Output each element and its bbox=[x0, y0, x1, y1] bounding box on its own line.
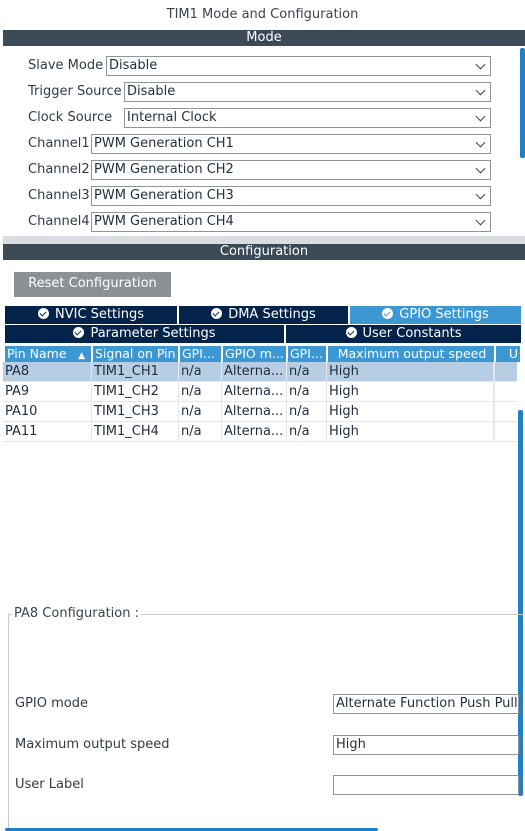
trigger-source-select[interactable]: Disable bbox=[124, 82, 491, 102]
table-cell[interactable]: TIM1_CH2 bbox=[92, 382, 179, 402]
check-circle-icon bbox=[382, 308, 394, 319]
channel3-select[interactable]: PWM Generation CH3 bbox=[91, 186, 491, 206]
row-divider bbox=[3, 381, 517, 382]
trigger-source-label: Trigger Source bbox=[28, 84, 122, 99]
table-cell[interactable]: n/a bbox=[287, 402, 327, 422]
table-cell[interactable]: TIM1_CH4 bbox=[92, 422, 179, 442]
channel3-value: PWM Generation CH3 bbox=[94, 188, 234, 203]
chevron-down-icon bbox=[475, 59, 486, 70]
table-cell[interactable]: PA8 bbox=[3, 362, 92, 382]
slave-mode-label: Slave Mode bbox=[28, 58, 104, 73]
row-divider bbox=[3, 441, 517, 442]
table-cell[interactable]: n/a bbox=[179, 422, 222, 442]
table-cell[interactable]: High bbox=[327, 362, 494, 382]
tab-dma-settings[interactable]: DMA Settings bbox=[179, 306, 348, 324]
chevron-down-icon bbox=[475, 111, 486, 122]
table-cell[interactable]: n/a bbox=[287, 362, 327, 382]
tab-gpio-settings[interactable]: GPIO Settings bbox=[350, 306, 521, 324]
table-cell[interactable]: n/a bbox=[179, 402, 222, 422]
sort-indicator-icon: ▲ bbox=[78, 351, 85, 361]
column-header-signal[interactable]: Signal on Pin bbox=[93, 346, 178, 362]
slave-mode-select[interactable]: Disable bbox=[106, 56, 491, 76]
tab-parameter-settings[interactable]: Parameter Settings bbox=[5, 325, 284, 343]
table-cell[interactable]: Alterna... bbox=[222, 402, 287, 422]
trigger-source-value: Disable bbox=[127, 84, 176, 99]
channel2-value: PWM Generation CH2 bbox=[94, 162, 234, 177]
table-cell[interactable]: High bbox=[327, 402, 494, 422]
chevron-down-icon bbox=[475, 189, 486, 200]
table-cell[interactable]: PA11 bbox=[3, 422, 92, 442]
mode-section-header: Mode bbox=[3, 30, 525, 46]
column-header-gpio-mode[interactable]: GPIO m... bbox=[223, 346, 286, 362]
user-label-input[interactable] bbox=[333, 775, 519, 795]
gpio-mode-select[interactable]: Alternate Function Push Pull bbox=[333, 694, 519, 714]
clock-source-select[interactable]: Internal Clock bbox=[124, 108, 491, 128]
tab-nvic-settings[interactable]: NVIC Settings bbox=[5, 306, 177, 324]
chevron-down-icon bbox=[475, 163, 486, 174]
configuration-section-header: Configuration bbox=[3, 244, 525, 260]
splitter[interactable] bbox=[3, 236, 525, 244]
row-divider bbox=[3, 401, 517, 402]
slave-mode-value: Disable bbox=[109, 58, 158, 73]
column-header-gpio-output[interactable]: GPI... bbox=[180, 346, 221, 362]
table-cell[interactable]: n/a bbox=[179, 382, 222, 402]
row-divider bbox=[3, 421, 517, 422]
check-circle-icon bbox=[73, 327, 85, 338]
tab-user-constants[interactable]: User Constants bbox=[286, 325, 521, 343]
check-circle-icon bbox=[211, 308, 223, 319]
reset-configuration-button[interactable]: Reset Configuration bbox=[14, 272, 171, 297]
table-cell[interactable]: Alterna... bbox=[222, 382, 287, 402]
channel1-value: PWM Generation CH1 bbox=[94, 136, 234, 151]
mode-scrollbar[interactable] bbox=[520, 48, 525, 158]
channel4-label: Channel4 bbox=[28, 214, 90, 229]
check-circle-icon bbox=[345, 327, 357, 338]
table-cell[interactable]: n/a bbox=[287, 382, 327, 402]
table-cell[interactable]: n/a bbox=[179, 362, 222, 382]
channel1-label: Channel1 bbox=[28, 136, 90, 151]
channel2-label: Channel2 bbox=[28, 162, 90, 177]
channel2-select[interactable]: PWM Generation CH2 bbox=[91, 160, 491, 180]
gpio-mode-label: GPIO mode bbox=[15, 696, 88, 711]
table-cell[interactable]: High bbox=[327, 382, 494, 402]
column-header-user-label[interactable]: U bbox=[496, 346, 520, 362]
channel4-select[interactable]: PWM Generation CH4 bbox=[91, 212, 491, 232]
column-header-gpio-pull[interactable]: GPI... bbox=[288, 346, 326, 362]
user-label-label: User Label bbox=[15, 777, 84, 792]
table-cell[interactable]: Alterna... bbox=[222, 422, 287, 442]
channel1-select[interactable]: PWM Generation CH1 bbox=[91, 134, 491, 154]
chevron-down-icon bbox=[475, 85, 486, 96]
table-cell[interactable]: TIM1_CH3 bbox=[92, 402, 179, 422]
table-cell[interactable]: Alterna... bbox=[222, 362, 287, 382]
chevron-down-icon bbox=[475, 137, 486, 148]
table-cell[interactable]: n/a bbox=[287, 422, 327, 442]
window-title: TIM1 Mode and Configuration bbox=[166, 7, 359, 22]
table-cell[interactable]: PA10 bbox=[3, 402, 92, 422]
channel3-label: Channel3 bbox=[28, 188, 90, 203]
column-divider bbox=[494, 362, 495, 442]
chevron-down-icon bbox=[475, 215, 486, 226]
pin-configuration-group bbox=[8, 614, 525, 828]
check-circle-icon bbox=[38, 308, 49, 319]
table-cell[interactable]: PA9 bbox=[3, 382, 92, 402]
clock-source-value: Internal Clock bbox=[127, 110, 217, 125]
column-header-pin-name[interactable]: Pin Name ▲ bbox=[5, 346, 91, 362]
max-output-speed-label: Maximum output speed bbox=[15, 737, 170, 752]
clock-source-label: Clock Source bbox=[28, 110, 113, 125]
channel4-value: PWM Generation CH4 bbox=[94, 214, 234, 229]
column-header-max-speed[interactable]: Maximum output speed bbox=[328, 346, 494, 362]
pin-configuration-title: PA8 Configuration : bbox=[12, 606, 141, 621]
table-cell[interactable]: High bbox=[327, 422, 494, 442]
max-output-speed-select[interactable]: High bbox=[333, 735, 519, 755]
table-cell[interactable]: TIM1_CH1 bbox=[92, 362, 179, 382]
